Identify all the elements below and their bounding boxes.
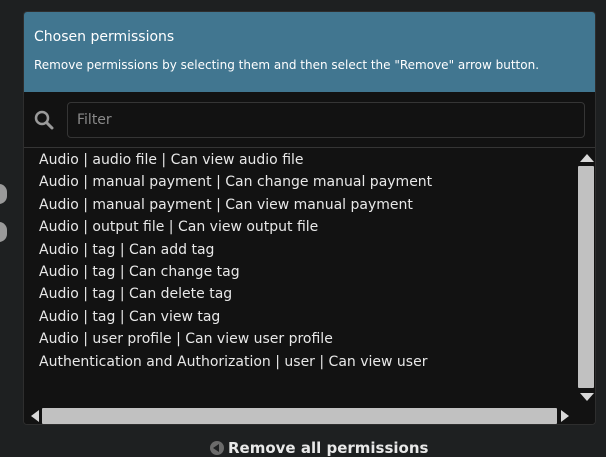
remove-all-icon bbox=[210, 441, 224, 455]
permission-option[interactable]: Audio | tag | Can view tag bbox=[24, 306, 577, 328]
filter-input[interactable] bbox=[67, 102, 585, 138]
side-handle-bottom[interactable] bbox=[0, 222, 7, 242]
horizontal-scrollbar[interactable] bbox=[24, 407, 577, 424]
vertical-scrollbar[interactable] bbox=[577, 149, 595, 407]
panel-title: Chosen permissions bbox=[34, 29, 175, 45]
permission-option[interactable]: Audio | user profile | Can view user pro… bbox=[24, 328, 577, 350]
panel-help-text: Remove permissions by selecting them and… bbox=[34, 58, 540, 72]
filter-row bbox=[24, 92, 595, 148]
permission-option[interactable]: Audio | tag | Can delete tag bbox=[24, 283, 577, 305]
permission-option[interactable]: Audio | audio file | Can view audio file bbox=[24, 149, 577, 171]
scroll-right-arrow-icon[interactable] bbox=[561, 410, 569, 422]
permission-option[interactable]: Authentication and Authorization | user … bbox=[24, 351, 577, 373]
permission-option[interactable]: Audio | tag | Can change tag bbox=[24, 261, 577, 283]
permission-option[interactable]: Audio | manual payment | Can view manual… bbox=[24, 194, 577, 216]
vertical-scroll-thumb[interactable] bbox=[578, 166, 594, 388]
scroll-left-arrow-icon[interactable] bbox=[31, 410, 39, 422]
permission-option[interactable]: Audio | manual payment | Can change manu… bbox=[24, 171, 577, 193]
scroll-up-arrow-icon[interactable] bbox=[580, 154, 594, 162]
chosen-permissions-list[interactable]: Audio | audio file | Can view audio file… bbox=[24, 149, 577, 407]
panel-header: Chosen permissions Remove permissions by… bbox=[24, 12, 595, 92]
permission-option[interactable]: Audio | tag | Can add tag bbox=[24, 239, 577, 261]
side-handle-top[interactable] bbox=[0, 184, 7, 204]
search-icon bbox=[34, 110, 54, 130]
scrollbar-corner bbox=[577, 407, 595, 424]
remove-all-button[interactable]: Remove all permissions bbox=[210, 439, 428, 457]
permission-option[interactable]: Audio | output file | Can view output fi… bbox=[24, 216, 577, 238]
remove-all-label: Remove all permissions bbox=[228, 439, 429, 457]
horizontal-scroll-thumb[interactable] bbox=[42, 408, 557, 424]
chosen-permissions-panel: Chosen permissions Remove permissions by… bbox=[23, 11, 596, 425]
scroll-down-arrow-icon[interactable] bbox=[580, 393, 594, 401]
